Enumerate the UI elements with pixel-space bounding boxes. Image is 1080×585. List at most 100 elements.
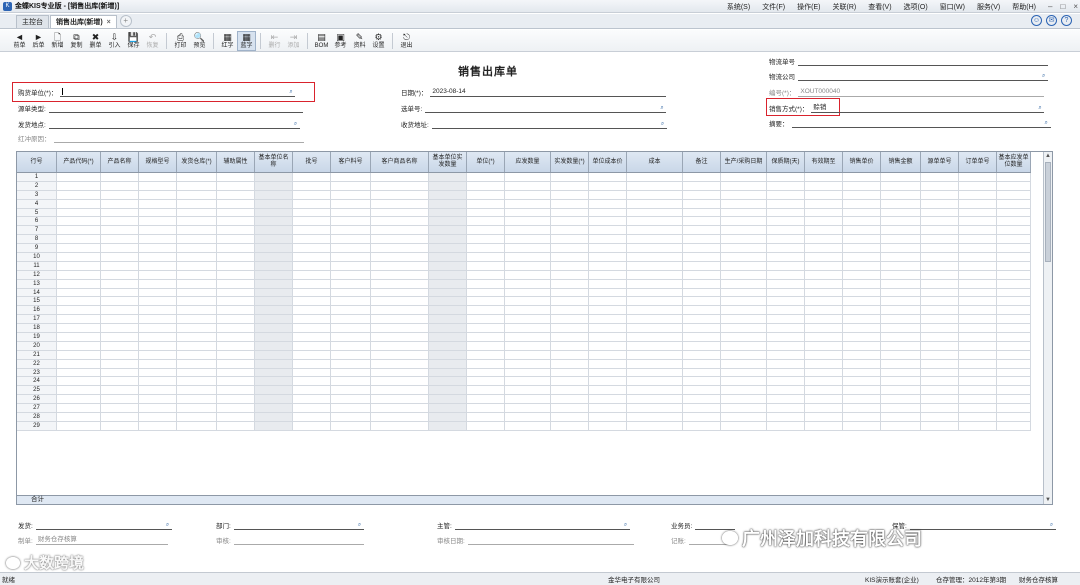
grid-cell[interactable] <box>881 199 921 208</box>
grid-cell[interactable] <box>177 226 217 235</box>
grid-cell[interactable] <box>921 386 959 395</box>
grid-cell[interactable] <box>627 226 683 235</box>
grid-cell[interactable] <box>331 261 371 270</box>
restore-button[interactable]: ↶ 恢复 <box>143 31 162 51</box>
grid-cell[interactable] <box>767 208 805 217</box>
grid-cell[interactable] <box>505 226 551 235</box>
table-row[interactable]: 19 <box>17 333 1031 342</box>
grid-cell[interactable] <box>371 341 429 350</box>
column-header[interactable]: 保质期(天) <box>767 152 805 172</box>
grid-cell[interactable] <box>293 217 331 226</box>
grid-cell[interactable] <box>255 333 293 341</box>
grid-cell[interactable] <box>881 404 921 413</box>
grid-cell[interactable] <box>371 413 429 421</box>
grid-cell[interactable] <box>843 235 881 244</box>
grid-cell[interactable] <box>627 350 683 359</box>
grid-cell[interactable] <box>767 413 805 421</box>
grid-cell[interactable] <box>767 253 805 261</box>
grid-cell[interactable] <box>805 208 843 217</box>
grid-cell[interactable] <box>101 235 139 244</box>
grid-cell[interactable] <box>805 297 843 306</box>
grid-cell[interactable] <box>101 395 139 404</box>
grid-cell[interactable] <box>371 350 429 359</box>
grid-cell[interactable] <box>589 181 627 190</box>
grid-cell[interactable] <box>997 217 1031 226</box>
grid-cell[interactable] <box>721 368 767 377</box>
grid-cell[interactable] <box>293 386 331 395</box>
grid-cell[interactable] <box>843 288 881 297</box>
grid-cell[interactable] <box>683 279 721 288</box>
summary-input[interactable]: ⌕ <box>791 119 1051 128</box>
grid-cell[interactable] <box>881 350 921 359</box>
grid-cell[interactable] <box>255 270 293 279</box>
settings-button[interactable]: ⚙ 设置 <box>369 31 388 51</box>
grid-cell[interactable] <box>57 377 101 386</box>
grid-cell[interactable] <box>371 386 429 395</box>
grid-cell[interactable] <box>467 306 505 315</box>
grid-cell[interactable] <box>683 421 721 430</box>
grid-cell[interactable] <box>721 413 767 421</box>
grid-cell[interactable] <box>255 368 293 377</box>
grid-cell[interactable] <box>293 413 331 421</box>
grid-cell[interactable] <box>551 404 589 413</box>
delete-button[interactable]: ✖ 删单 <box>86 31 105 51</box>
grid-cell[interactable] <box>589 244 627 253</box>
grid-cell[interactable] <box>551 368 589 377</box>
grid-cell[interactable] <box>767 190 805 199</box>
print-button[interactable]: ⎙ 打印 <box>171 31 190 51</box>
grid-cell[interactable] <box>177 190 217 199</box>
column-header[interactable]: 源单单号 <box>921 152 959 172</box>
grid-cell[interactable] <box>429 297 467 306</box>
grid-cell[interactable] <box>101 244 139 253</box>
grid-cell[interactable] <box>959 386 997 395</box>
column-header[interactable]: 单位成本价 <box>589 152 627 172</box>
grid-cell[interactable] <box>293 404 331 413</box>
grid-cell[interactable] <box>805 377 843 386</box>
grid-cell[interactable] <box>997 173 1031 181</box>
grid-cell[interactable] <box>767 404 805 413</box>
grid-cell[interactable] <box>57 217 101 226</box>
table-row[interactable]: 22 <box>17 359 1031 369</box>
grid-cell[interactable] <box>959 253 997 261</box>
grid-cell[interactable] <box>683 324 721 333</box>
grid-cell[interactable] <box>683 235 721 244</box>
grid-cell[interactable] <box>551 386 589 395</box>
grid-cell[interactable] <box>881 315 921 324</box>
grid-cell[interactable] <box>57 297 101 306</box>
grid-cell[interactable] <box>721 190 767 199</box>
grid-cell[interactable] <box>293 226 331 235</box>
grid-cell[interactable] <box>721 404 767 413</box>
source-type-input[interactable] <box>48 104 303 113</box>
close-icon[interactable]: × <box>1073 2 1078 11</box>
column-header[interactable]: 产品名称 <box>101 152 139 172</box>
grid-cell[interactable] <box>101 279 139 288</box>
grid-cell[interactable] <box>429 270 467 279</box>
grid-cell[interactable] <box>589 324 627 333</box>
grid-cell[interactable] <box>627 368 683 377</box>
reference-button[interactable]: ▣ 参考 <box>331 31 350 51</box>
grid-cell[interactable] <box>843 253 881 261</box>
grid-cell[interactable] <box>881 208 921 217</box>
lookup-icon[interactable]: ⌕ <box>358 522 366 529</box>
grid-cell[interactable] <box>921 199 959 208</box>
grid-cell[interactable] <box>843 395 881 404</box>
grid-cell[interactable] <box>921 341 959 350</box>
grid-cell[interactable] <box>921 421 959 430</box>
grid-cell[interactable] <box>767 377 805 386</box>
grid-cell[interactable] <box>467 199 505 208</box>
grid-cell[interactable] <box>683 208 721 217</box>
grid-cell[interactable] <box>255 324 293 333</box>
grid-cell[interactable] <box>683 377 721 386</box>
grid-cell[interactable] <box>683 359 721 368</box>
grid-cell[interactable] <box>627 288 683 297</box>
grid-cell[interactable] <box>177 341 217 350</box>
grid-cell[interactable] <box>101 306 139 315</box>
grid-cell[interactable] <box>177 395 217 404</box>
grid-cell[interactable] <box>767 386 805 395</box>
grid-cell[interactable] <box>805 421 843 430</box>
grid-cell[interactable] <box>843 421 881 430</box>
grid-cell[interactable] <box>217 208 255 217</box>
grid-cell[interactable] <box>683 226 721 235</box>
grid-cell[interactable] <box>921 279 959 288</box>
grid-cell[interactable] <box>57 244 101 253</box>
